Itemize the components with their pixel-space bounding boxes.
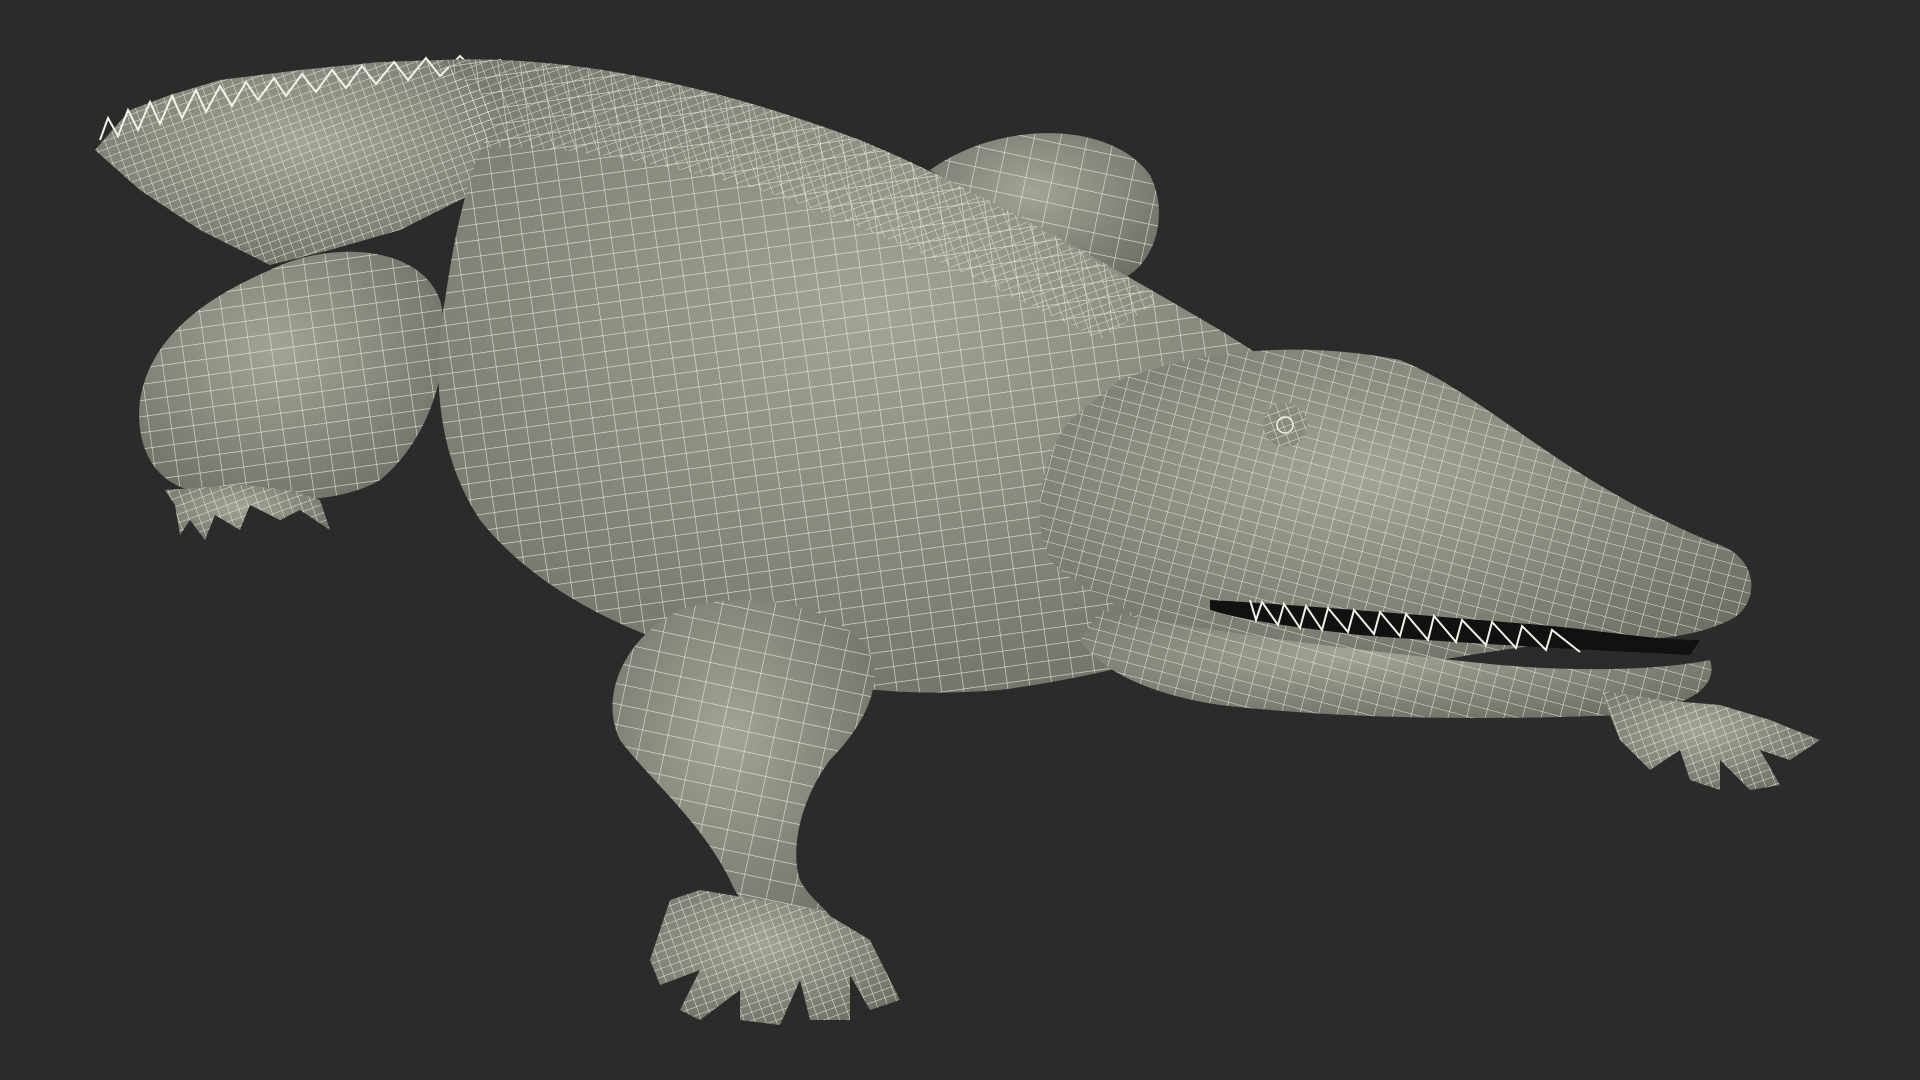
head	[1039, 349, 1752, 718]
front-far-leg	[1600, 690, 1820, 790]
front-near-leg	[612, 600, 900, 1025]
render-viewport	[0, 0, 1920, 1080]
crocodile-wireframe-model	[95, 54, 1820, 1025]
back-near-leg	[139, 251, 445, 540]
